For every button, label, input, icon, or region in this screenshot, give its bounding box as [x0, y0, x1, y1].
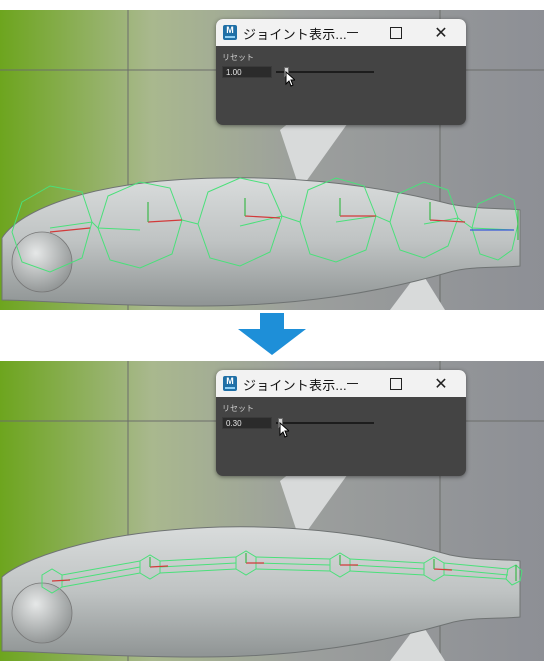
maximize-icon	[390, 26, 402, 39]
close-button[interactable]: ✕	[421, 19, 461, 46]
joint-display-dialog: M ジョイント表示... ✕ リセット 1.00	[216, 19, 466, 125]
minimize-icon	[346, 31, 358, 34]
reset-label[interactable]: リセット	[222, 403, 254, 414]
minimize-button[interactable]	[332, 19, 372, 46]
joint-size-field[interactable]: 0.30	[222, 417, 272, 429]
maximize-button[interactable]	[376, 370, 416, 397]
reset-label[interactable]: リセット	[222, 52, 254, 63]
minimize-button[interactable]	[332, 370, 372, 397]
close-icon: ✕	[434, 24, 448, 42]
mouse-cursor-icon	[279, 422, 289, 438]
close-icon: ✕	[434, 375, 448, 393]
joint-size-field[interactable]: 1.00	[222, 66, 272, 78]
down-arrow-icon	[238, 313, 306, 355]
app-icon: M	[223, 25, 237, 40]
maximize-button[interactable]	[376, 19, 416, 46]
app-icon: M	[223, 376, 237, 391]
minimize-icon	[346, 382, 358, 385]
joint-display-dialog: M ジョイント表示... ✕ リセット 0.30	[216, 370, 466, 476]
maximize-icon	[390, 377, 402, 390]
slider-track[interactable]	[276, 422, 374, 424]
mouse-cursor-icon	[285, 71, 295, 87]
viewport-after[interactable]: M ジョイント表示... ✕ リセット 0.30	[0, 361, 544, 661]
dialog-titlebar[interactable]: M ジョイント表示... ✕	[216, 19, 466, 46]
close-button[interactable]: ✕	[421, 370, 461, 397]
dialog-titlebar[interactable]: M ジョイント表示... ✕	[216, 370, 466, 397]
viewport-before[interactable]: M ジョイント表示... ✕ リセット 1.00	[0, 10, 544, 310]
